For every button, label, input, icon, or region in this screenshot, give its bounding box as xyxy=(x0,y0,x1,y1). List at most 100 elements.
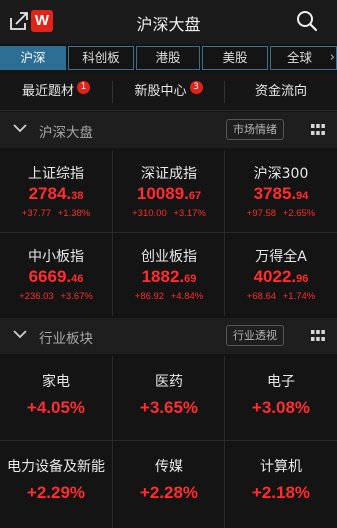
index-name: 深证成指 xyxy=(141,166,197,182)
quick-link-label: 最近题材 xyxy=(21,84,74,99)
index-change-value: +97.58 xyxy=(246,208,277,219)
tab-global-label: 全球 xyxy=(286,50,312,65)
industry-name: 传媒 xyxy=(155,459,183,475)
index-name: 上证综指 xyxy=(28,166,84,182)
tabs-more-icon[interactable]: › xyxy=(330,50,335,65)
industry-change-pct: +4.05% xyxy=(26,398,86,417)
index-price-dec: 38 xyxy=(71,190,84,202)
market-tabs: 沪深 科创板 港股 美股 全球 › xyxy=(0,46,337,70)
index-change: +97.58 +2.65% xyxy=(225,208,337,219)
index-tile-sse[interactable]: 上证综指 2784.38 +37.77 +1.38% xyxy=(0,150,112,232)
index-price: 1882.69 xyxy=(113,267,225,287)
index-name: 万得全A xyxy=(255,249,307,265)
index-change-pct: +3.17% xyxy=(173,208,206,219)
index-change-pct: +3.67% xyxy=(60,291,93,302)
industry-tile-appliances[interactable]: 家电 +4.05% xyxy=(0,356,112,440)
market-sentiment-button[interactable]: 市场情绪 xyxy=(226,119,284,140)
index-change-pct: +2.65% xyxy=(282,208,316,219)
industry-tile-computers[interactable]: 计算机 +2.18% xyxy=(225,441,337,525)
index-price-int: 2784. xyxy=(28,184,72,203)
index-tile-chinext[interactable]: 创业板指 1882.69 +86.92 +4.84% xyxy=(113,233,225,315)
quick-link-fund-flow[interactable]: 资金流向 xyxy=(225,73,337,111)
industry-tile-electronics[interactable]: 电子 +3.08% xyxy=(225,356,337,440)
quick-link-label: 资金流向 xyxy=(254,84,307,99)
divider xyxy=(112,150,113,316)
divider xyxy=(0,232,337,233)
divider xyxy=(224,150,225,316)
index-change-pct: +1.38% xyxy=(57,208,91,219)
section-title: 沪深大盘 xyxy=(39,125,93,141)
index-tile-csi300[interactable]: 沪深300 3785.94 +97.58 +2.65% xyxy=(225,150,337,232)
index-change-value: +86.92 xyxy=(134,291,165,302)
quick-links: 最近题材 1 新股中心 3 资金流向 xyxy=(0,73,337,111)
industry-name: 医药 xyxy=(155,374,183,390)
index-price-int: 6669. xyxy=(28,267,72,286)
market-section-header: 沪深大盘 市场情绪 xyxy=(0,112,337,148)
index-price-dec: 67 xyxy=(188,190,202,202)
tab-hk[interactable]: 港股 xyxy=(136,46,200,70)
industry-insight-button[interactable]: 行业透视 xyxy=(226,325,284,346)
index-change-value: +37.77 xyxy=(21,208,52,219)
index-change-value: +310.00 xyxy=(132,208,167,219)
index-change: +37.77 +1.38% xyxy=(0,208,112,219)
search-icon[interactable] xyxy=(295,9,319,33)
index-price: 6669.46 xyxy=(0,267,112,287)
page-title: 沪深大盘 xyxy=(136,15,201,34)
notification-badge: 3 xyxy=(189,81,203,94)
industry-change-pct: +3.65% xyxy=(139,398,199,417)
index-price-dec: 96 xyxy=(296,273,309,285)
divider xyxy=(224,356,225,528)
tab-kechuang[interactable]: 科创板 xyxy=(68,46,134,70)
index-price: 10089.67 xyxy=(113,184,225,204)
index-tile-sme[interactable]: 中小板指 6669.46 +236.03 +3.67% xyxy=(0,233,112,315)
index-price-int: 4022. xyxy=(253,267,297,286)
index-change: +310.00 +3.17% xyxy=(113,208,225,219)
index-change: +68.64 +1.74% xyxy=(225,291,337,302)
index-tile-wind-a[interactable]: 万得全A 4022.96 +68.64 +1.74% xyxy=(225,233,337,315)
quick-link-ipo[interactable]: 新股中心 3 xyxy=(113,73,224,111)
chevron-down-icon[interactable] xyxy=(12,326,28,342)
tab-hushen[interactable]: 沪深 xyxy=(0,46,66,70)
index-tile-szse[interactable]: 深证成指 10089.67 +310.00 +3.17% xyxy=(113,150,225,232)
index-price: 2784.38 xyxy=(0,184,112,204)
index-price: 3785.94 xyxy=(225,184,337,204)
grid-icon[interactable] xyxy=(311,124,325,136)
index-change-pct: +1.74% xyxy=(282,291,316,302)
index-price-dec: 46 xyxy=(71,273,84,285)
index-change-pct: +4.84% xyxy=(170,291,204,302)
index-price-int: 1882. xyxy=(141,267,185,286)
industry-name: 计算机 xyxy=(260,459,302,475)
chevron-down-icon[interactable] xyxy=(12,120,28,136)
section-title: 行业板块 xyxy=(39,331,93,347)
index-price-dec: 94 xyxy=(296,190,309,202)
divider xyxy=(112,356,113,528)
quick-link-label: 新股中心 xyxy=(134,84,187,99)
index-name: 沪深300 xyxy=(253,166,309,182)
divider xyxy=(0,440,337,441)
index-name: 创业板指 xyxy=(141,249,197,265)
app-header: W 沪深大盘 xyxy=(0,0,337,44)
industry-change-pct: +2.29% xyxy=(26,483,86,502)
index-price: 4022.96 xyxy=(225,267,337,287)
notification-badge: 1 xyxy=(77,81,90,94)
industry-tile-power-equipment[interactable]: 电力设备及新能 +2.29% xyxy=(0,441,112,525)
industry-name: 家电 xyxy=(42,374,70,390)
index-price-dec: 69 xyxy=(184,273,197,285)
industry-change-pct: +3.08% xyxy=(251,398,311,417)
index-price-int: 10089. xyxy=(136,184,189,203)
industry-change-pct: +2.28% xyxy=(139,483,199,502)
industry-name: 电子 xyxy=(267,374,295,390)
tab-global[interactable]: 全球 xyxy=(270,46,337,70)
industry-tile-pharma[interactable]: 医药 +3.65% xyxy=(113,356,225,440)
quick-link-topics[interactable]: 最近题材 1 xyxy=(0,73,112,111)
index-change: +86.92 +4.84% xyxy=(113,291,225,302)
industry-name: 电力设备及新能 xyxy=(7,459,105,475)
industry-tile-media[interactable]: 传媒 +2.28% xyxy=(113,441,225,525)
grid-icon[interactable] xyxy=(311,330,325,342)
industry-change-pct: +2.18% xyxy=(251,483,311,502)
tab-us[interactable]: 美股 xyxy=(202,46,268,70)
index-change-value: +68.64 xyxy=(246,291,277,302)
index-change-value: +236.03 xyxy=(19,291,54,302)
industry-section-header: 行业板块 行业透视 xyxy=(0,318,337,354)
index-name: 中小板指 xyxy=(28,249,84,265)
